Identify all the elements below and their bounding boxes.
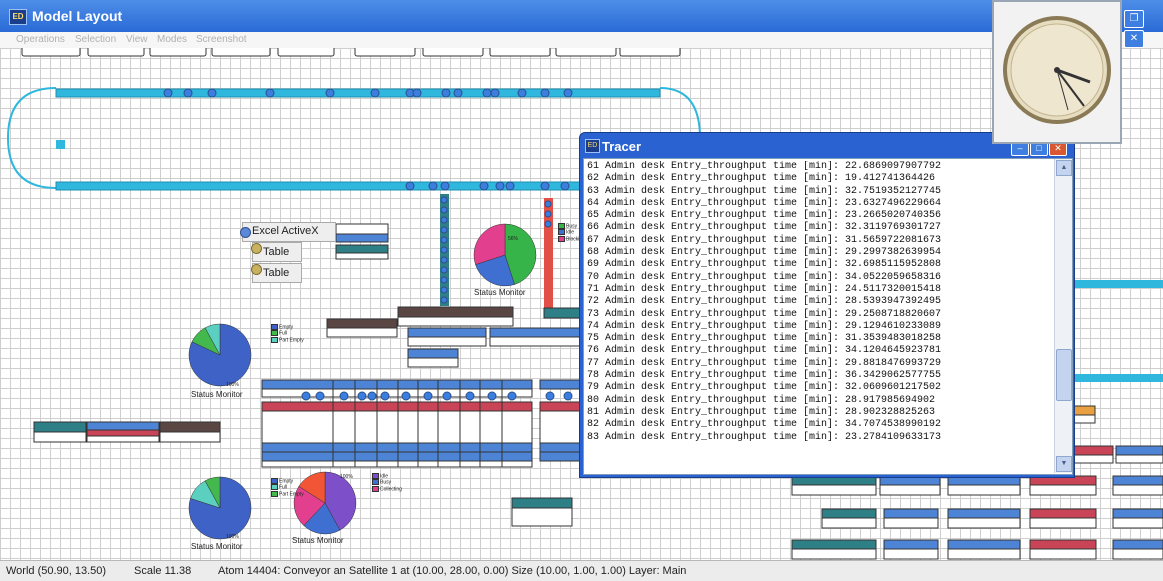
pie-percent-label: 100% [226,534,239,540]
tracer-scrollbar[interactable]: ▲ ▼ [1054,159,1072,473]
processing-row[interactable] [261,379,581,468]
tracer-window[interactable]: ED Tracer – □ ✕ 61 Admin desk Entry_throug… [579,132,1075,478]
status-monitor-label: Status Monitor [292,536,344,545]
tracer-line: 76 Admin desk Entry_throughput time [min… [587,345,942,357]
restore-icon[interactable]: ❐ [1124,10,1144,28]
menu-modes[interactable]: Modes [157,34,187,45]
tracer-line: 67 Admin desk Entry_throughput time [min… [587,234,942,246]
tracer-line: 83 Admin desk Entry_throughput time [min… [587,431,942,443]
tracer-line: 70 Admin desk Entry_throughput time [min… [587,271,942,283]
status-monitor-label: Status Monitor [191,542,243,551]
queue-row-mid[interactable] [326,306,581,368]
right-conveyors[interactable] [1073,280,1163,382]
world-coordinates: World (50.90, 13.50) [6,565,107,577]
tracer-line: 75 Admin desk Entry_throughput time [min… [587,333,942,345]
excel-activex-header[interactable]: Excel ActiveX [240,222,336,242]
title-bar[interactable]: ED Model Layout [0,0,1163,32]
tracer-line: 61 Admin desk Entry_throughput time [min… [587,161,942,172]
excel-activex-label: Excel ActiveX [252,225,319,237]
vertical-conveyor-1[interactable] [440,194,449,306]
queue-row-left[interactable] [33,421,221,443]
tracer-line: 65 Admin desk Entry_throughput time [min… [587,210,942,222]
tracer-line: 80 Admin desk Entry_throughput time [min… [587,394,936,406]
tracer-output[interactable]: 61 Admin desk Entry_throughput time [min… [583,158,1073,475]
scale-readout: Scale 11.38 [134,565,192,577]
tracer-app-icon: ED [585,139,600,153]
status-bar: World (50.90, 13.50) Scale 11.38 Atom 14… [0,560,1163,581]
tracer-line: 66 Admin desk Entry_throughput time [min… [587,222,942,234]
tracer-line: 74 Admin desk Entry_throughput time [min… [587,320,942,332]
table-icon [251,264,262,275]
tracer-title: Tracer [602,139,642,154]
scroll-down-icon[interactable]: ▼ [1056,456,1072,472]
status-monitor-label: Status Monitor [474,288,526,297]
queue-single[interactable] [511,497,573,527]
pie-percent-label: 56% [508,236,519,242]
table-item-1[interactable]: Table [251,242,302,262]
status-monitor-legend: Empty Full Part Empty [271,478,304,497]
model-layout-window: ED Model Layout Operations Selection Vie… [0,0,1163,581]
menu-view[interactable]: View [126,34,148,45]
top-queue-row [21,48,681,57]
tracer-line: 62 Admin desk Entry_throughput time [min… [587,173,936,185]
vertical-conveyor-2[interactable] [544,198,553,308]
tracer-line: 68 Admin desk Entry_throughput time [min… [587,247,942,259]
status-monitor-legend: Idle Busy Collecting [372,473,402,492]
tracer-line: 77 Admin desk Entry_throughput time [min… [587,357,942,369]
tracer-line: 78 Admin desk Entry_throughput time [min… [587,370,942,382]
scroll-up-icon[interactable]: ▲ [1056,160,1072,176]
scroll-thumb[interactable] [1056,349,1072,401]
menu-screenshot[interactable]: Screenshot [196,34,247,45]
tracer-line: 63 Admin desk Entry_throughput time [min… [587,185,942,197]
status-monitor-legend: Empty Full Part Empty [271,324,304,343]
tracer-line: 64 Admin desk Entry_throughput time [min… [587,197,942,209]
pie-percent-label: 100% [226,382,239,388]
tracer-log: 61 Admin desk Entry_throughput time [min… [587,161,1049,471]
table-item-1-label: Table [263,246,290,258]
queue-group-a[interactable] [335,223,389,260]
excel-activex-icon [240,227,251,238]
clock-window[interactable] [992,0,1122,144]
status-monitor-label: Status Monitor [191,390,243,399]
pie-percent-label: 100% [340,474,353,480]
close-icon[interactable]: ✕ [1124,30,1144,48]
window-controls: ❐✕ [1122,8,1163,48]
menu-selection[interactable]: Selection [75,34,116,45]
app-icon: ED [9,9,27,25]
tracer-line: 81 Admin desk Entry_throughput time [min… [587,406,936,418]
tracer-line: 73 Admin desk Entry_throughput time [min… [587,308,942,320]
window-title: Model Layout [32,8,123,24]
tracer-line: 82 Admin desk Entry_throughput time [min… [587,419,942,431]
tracer-line: 72 Admin desk Entry_throughput time [min… [587,296,942,308]
table-item-2[interactable]: Table [251,263,302,283]
tracer-line: 69 Admin desk Entry_throughput time [min… [587,259,942,271]
atom-info: Atom 14404: Conveyor an Satellite 1 at (… [218,565,687,577]
tracer-line: 79 Admin desk Entry_throughput time [min… [587,382,942,394]
conveyor-items-bottom [405,181,570,191]
clock-icon [1003,16,1111,124]
menu-bar: Operations Selection View Modes Screensh… [0,32,1163,49]
table-icon [251,243,262,254]
menu-operations[interactable]: Operations [16,34,65,45]
tracer-line: 71 Admin desk Entry_throughput time [min… [587,283,942,295]
table-item-2-label: Table [263,267,290,279]
